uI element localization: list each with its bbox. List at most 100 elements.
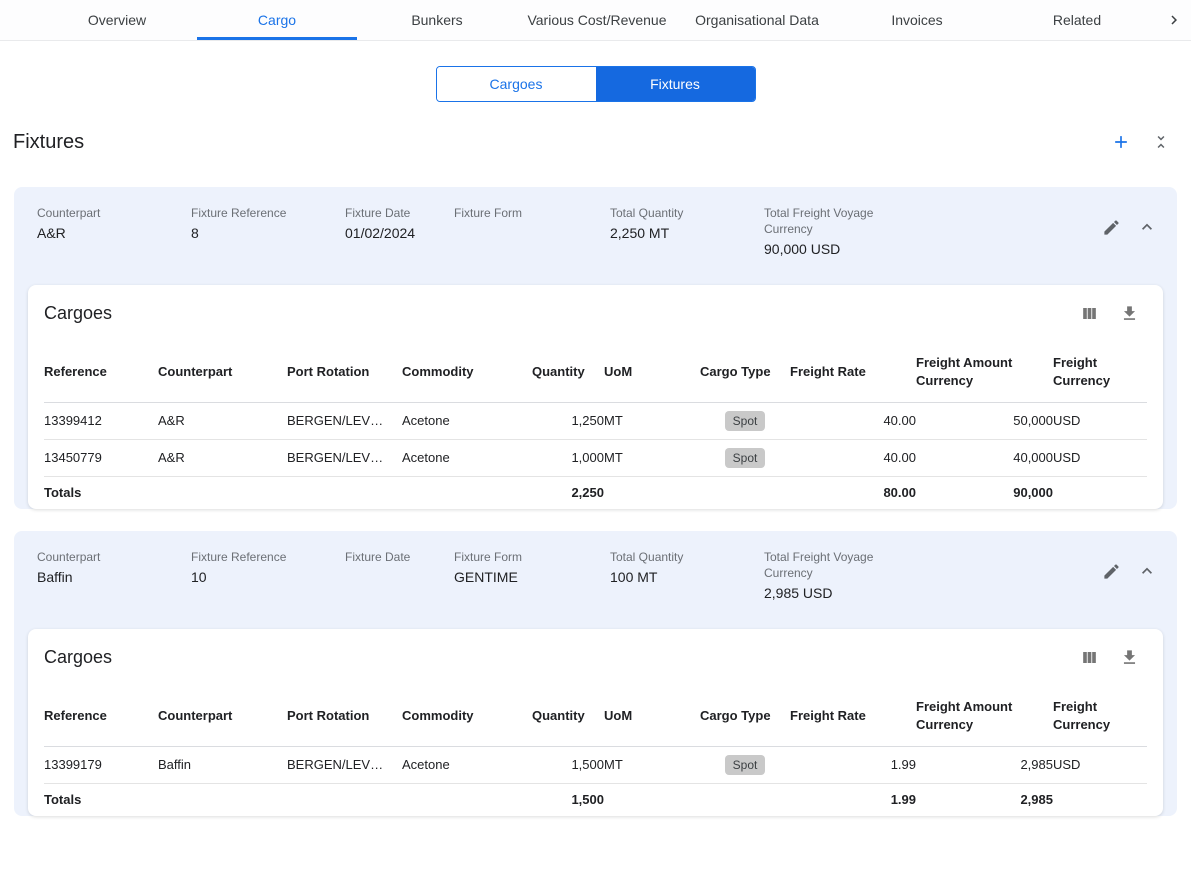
toggle-cargoes-button[interactable]: Cargoes	[437, 67, 596, 101]
collapse-fixture-button[interactable]	[1137, 217, 1157, 237]
cargo-type-badge: Spot	[725, 448, 766, 468]
unfold-less-icon	[1152, 133, 1170, 151]
cargoes-card-header: Cargoes	[44, 285, 1147, 324]
fixture-card: Counterpart Baffin Fixture Reference 10 …	[14, 531, 1177, 816]
cell-reference: 13399412	[44, 403, 158, 440]
download-button[interactable]	[1120, 304, 1139, 323]
field-counterpart: Counterpart Baffin	[37, 549, 191, 605]
field-total-quantity: Total Quantity 100 MT	[610, 549, 764, 605]
field-value: 90,000 USD	[764, 239, 964, 259]
download-button[interactable]	[1120, 648, 1139, 667]
top-nav: Overview Cargo Bunkers Various Cost/Reve…	[0, 0, 1191, 41]
download-icon	[1120, 304, 1139, 323]
cargoes-title: Cargoes	[44, 646, 112, 668]
cargoes-card: Cargoes	[28, 285, 1163, 509]
nav-tab-invoices[interactable]: Invoices	[837, 0, 997, 40]
nav-tab-related[interactable]: Related	[997, 0, 1157, 40]
field-value: 8	[191, 223, 345, 243]
pencil-icon	[1102, 562, 1121, 581]
field-value: Baffin	[37, 567, 191, 587]
col-header-quantity[interactable]: Quantity	[532, 686, 604, 747]
col-header-freight-currency[interactable]: Freight Currency	[1053, 686, 1147, 747]
manage-columns-button[interactable]	[1080, 648, 1099, 667]
collapse-fixture-button[interactable]	[1137, 561, 1157, 581]
field-label: Counterpart	[37, 549, 187, 565]
table-row[interactable]: 13450779 A&R BERGEN/LEV… Acetone 1,000 M…	[44, 440, 1147, 477]
cell-port-rotation: BERGEN/LEV…	[287, 747, 402, 784]
col-header-commodity[interactable]: Commodity	[402, 342, 532, 403]
field-fixture-date: Fixture Date	[345, 549, 454, 605]
plus-icon	[1111, 132, 1131, 152]
field-value: 2,250 MT	[610, 223, 764, 243]
field-total-quantity: Total Quantity 2,250 MT	[610, 205, 764, 261]
nav-tab-overview[interactable]: Overview	[37, 0, 197, 40]
nav-tab-cargo[interactable]: Cargo	[197, 0, 357, 40]
fixture-card: Counterpart A&R Fixture Reference 8 Fixt…	[14, 187, 1177, 509]
cargoes-title: Cargoes	[44, 302, 112, 324]
table-row[interactable]: 13399412 A&R BERGEN/LEV… Acetone 1,250 M…	[44, 403, 1147, 440]
cell-uom: MT	[604, 403, 700, 440]
cell-freight-currency: USD	[1053, 747, 1147, 784]
col-header-uom[interactable]: UoM	[604, 342, 700, 403]
col-header-freight-amount-currency[interactable]: Freight Amount Currency	[916, 342, 1053, 403]
totals-freight-rate: 1.99	[790, 784, 916, 817]
cell-freight-rate: 1.99	[790, 747, 916, 784]
col-header-counterpart[interactable]: Counterpart	[158, 342, 287, 403]
field-fixture-reference: Fixture Reference 10	[191, 549, 345, 605]
totals-label: Totals	[44, 477, 158, 510]
col-header-reference[interactable]: Reference	[44, 686, 158, 747]
field-label: Fixture Reference	[191, 549, 341, 565]
chevron-up-icon	[1137, 217, 1157, 237]
col-header-quantity[interactable]: Quantity	[532, 342, 604, 403]
nav-tab-bunkers[interactable]: Bunkers	[357, 0, 517, 40]
table-header-row: Reference Counterpart Port Rotation Comm…	[44, 686, 1147, 747]
manage-columns-button[interactable]	[1080, 304, 1099, 323]
totals-quantity: 2,250	[532, 477, 604, 510]
edit-fixture-button[interactable]	[1102, 562, 1121, 581]
field-value: 2,985 USD	[764, 583, 964, 603]
cell-reference: 13399179	[44, 747, 158, 784]
download-icon	[1120, 648, 1139, 667]
col-header-freight-amount-currency[interactable]: Freight Amount Currency	[916, 686, 1053, 747]
cell-cargo-type: Spot	[700, 747, 790, 784]
chevron-up-icon	[1137, 561, 1157, 581]
field-label: Total Freight Voyage Currency	[764, 549, 914, 581]
col-header-reference[interactable]: Reference	[44, 342, 158, 403]
page-header: Fixtures	[13, 130, 1170, 154]
col-header-counterpart[interactable]: Counterpart	[158, 686, 287, 747]
columns-icon	[1080, 304, 1099, 323]
field-value: 10	[191, 567, 345, 587]
cell-commodity: Acetone	[402, 403, 532, 440]
chevron-right-icon	[1165, 11, 1183, 29]
col-header-port-rotation[interactable]: Port Rotation	[287, 686, 402, 747]
nav-tab-various-cost-revenue[interactable]: Various Cost/Revenue	[517, 0, 677, 40]
nav-tab-organisational-data[interactable]: Organisational Data	[677, 0, 837, 40]
cargoes-fixtures-toggle: Cargoes Fixtures	[0, 66, 1191, 102]
toggle-fixtures-button[interactable]: Fixtures	[596, 67, 755, 101]
totals-freight-rate: 80.00	[790, 477, 916, 510]
collapse-all-button[interactable]	[1152, 133, 1170, 151]
field-label: Fixture Form	[454, 549, 604, 565]
col-header-commodity[interactable]: Commodity	[402, 686, 532, 747]
cell-port-rotation: BERGEN/LEV…	[287, 403, 402, 440]
col-header-freight-rate[interactable]: Freight Rate	[790, 342, 916, 403]
col-header-uom[interactable]: UoM	[604, 686, 700, 747]
cell-freight-rate: 40.00	[790, 440, 916, 477]
col-header-freight-currency[interactable]: Freight Currency	[1053, 342, 1147, 403]
edit-fixture-button[interactable]	[1102, 218, 1121, 237]
add-fixture-button[interactable]	[1111, 132, 1131, 152]
fixture-header: Counterpart A&R Fixture Reference 8 Fixt…	[14, 187, 1177, 261]
nav-scroll-right-button[interactable]	[1165, 11, 1183, 29]
table-row[interactable]: 13399179 Baffin BERGEN/LEV… Acetone 1,50…	[44, 747, 1147, 784]
field-label: Total Quantity	[610, 549, 760, 565]
cell-freight-currency: USD	[1053, 403, 1147, 440]
cargoes-card: Cargoes	[28, 629, 1163, 816]
col-header-freight-rate[interactable]: Freight Rate	[790, 686, 916, 747]
cell-commodity: Acetone	[402, 747, 532, 784]
cell-freight-amount: 50,000	[916, 403, 1053, 440]
field-label: Fixture Reference	[191, 205, 341, 221]
col-header-cargo-type[interactable]: Cargo Type	[700, 686, 790, 747]
field-value: 01/02/2024	[345, 223, 454, 243]
col-header-cargo-type[interactable]: Cargo Type	[700, 342, 790, 403]
col-header-port-rotation[interactable]: Port Rotation	[287, 342, 402, 403]
